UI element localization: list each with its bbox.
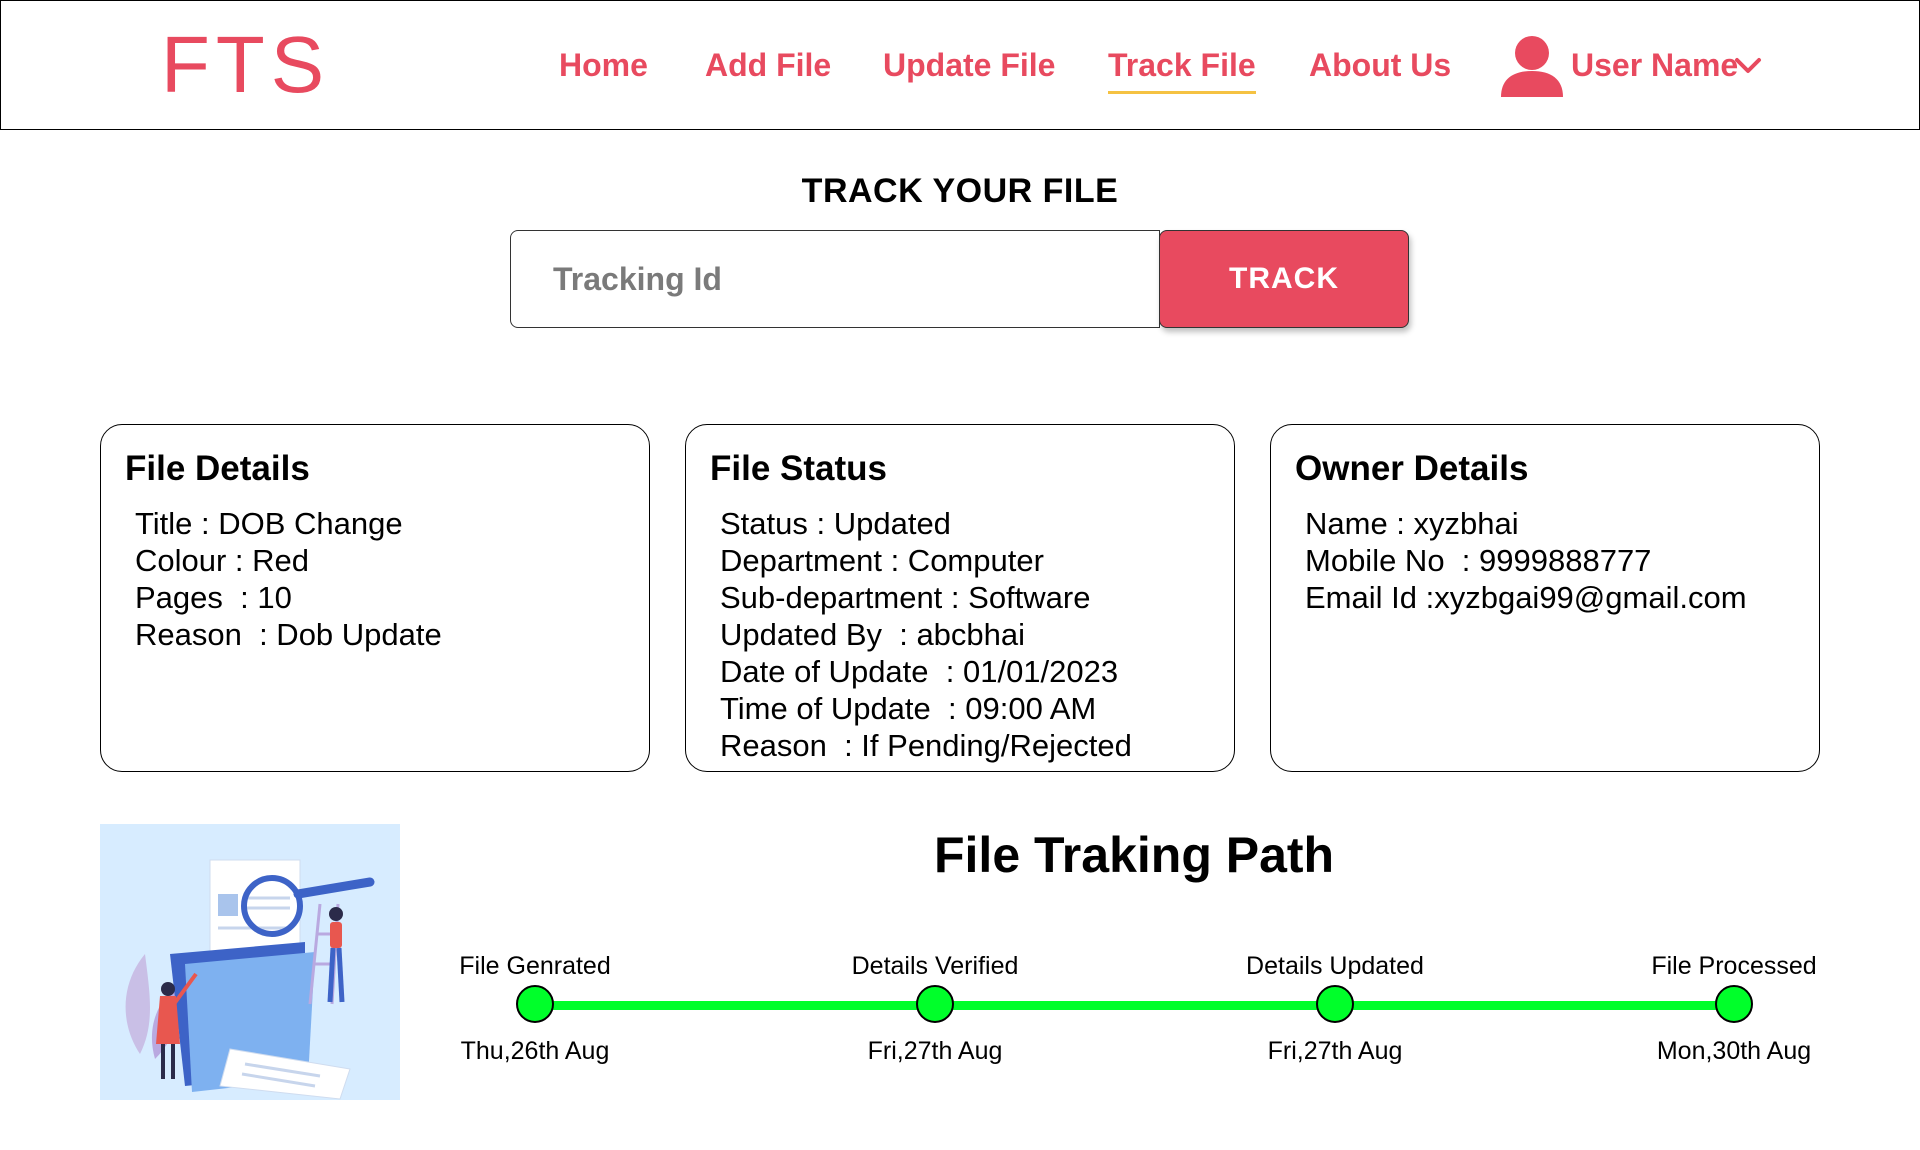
status-line: Department : Computer [720, 543, 1044, 578]
nav-update-file[interactable]: Update File [883, 47, 1055, 84]
file-status-card: File Status Status : Updated Department … [685, 424, 1235, 772]
track-button[interactable]: TRACK [1159, 230, 1409, 328]
top-navbar: FTS Home Add File Update File Track File… [0, 0, 1920, 130]
status-line: Updated By : abcbhai [720, 617, 1026, 652]
step-label: Details Updated [1246, 952, 1424, 980]
owner-details-title: Owner Details [1295, 449, 1529, 488]
app-logo[interactable]: FTS [161, 19, 330, 111]
file-status-list: Status : Updated Department : Computer S… [720, 505, 1132, 764]
tracking-id-input[interactable] [510, 230, 1160, 328]
file-details-card: File Details Title : DOB Change Colour :… [100, 424, 650, 772]
step-date: Fri,27th Aug [867, 1037, 1003, 1065]
user-name-menu[interactable]: User Name [1571, 47, 1738, 84]
step-node [1316, 985, 1354, 1023]
path-title: File Traking Path [934, 827, 1335, 883]
file-details-list: Title : DOB Change Colour : Red Pages : … [135, 505, 442, 653]
step-node [916, 985, 954, 1023]
nav-add-file[interactable]: Add File [705, 47, 831, 84]
nav-home[interactable]: Home [559, 47, 648, 84]
chevron-down-icon[interactable] [1734, 56, 1762, 76]
status-line: Date of Update : 01/01/2023 [720, 654, 1119, 689]
file-status-title: File Status [710, 449, 887, 488]
user-icon[interactable] [1499, 35, 1565, 97]
step-label: Details Verified [851, 952, 1019, 980]
step-node [1715, 985, 1753, 1023]
path-progress-line [535, 1001, 1735, 1010]
file-details-title: File Details [125, 449, 310, 488]
detail-line: Reason : Dob Update [135, 617, 442, 652]
status-line: Sub-department : Software [720, 580, 1091, 615]
step-label: File Genrated [459, 952, 611, 980]
status-line: Time of Update : 09:00 AM [720, 691, 1097, 726]
owner-line: Name : xyzbhai [1305, 506, 1519, 541]
step-date: Thu,26th Aug [460, 1037, 610, 1065]
detail-line: Colour : Red [135, 543, 310, 578]
step-label: File Processed [1651, 952, 1817, 980]
status-line: Reason : If Pending/Rejected [720, 728, 1132, 763]
step-date: Fri,27th Aug [1267, 1037, 1403, 1065]
track-title: TRACK YOUR FILE [801, 172, 1119, 210]
nav-about-us[interactable]: About Us [1309, 47, 1451, 84]
owner-details-card: Owner Details Name : xyzbhai Mobile No :… [1270, 424, 1820, 772]
owner-line: Mobile No : 9999888777 [1305, 543, 1652, 578]
owner-line: Email Id :xyzbgai99@gmail.com [1305, 580, 1747, 615]
nav-track-file[interactable]: Track File [1108, 47, 1256, 94]
detail-line: Title : DOB Change [135, 506, 403, 541]
status-line: Status : Updated [720, 506, 951, 541]
step-node [516, 985, 554, 1023]
detail-line: Pages : 10 [135, 580, 292, 615]
owner-details-list: Name : xyzbhai Mobile No : 9999888777 Em… [1305, 505, 1747, 616]
step-date: Mon,30th Aug [1656, 1037, 1812, 1065]
file-search-illustration [100, 824, 400, 1100]
